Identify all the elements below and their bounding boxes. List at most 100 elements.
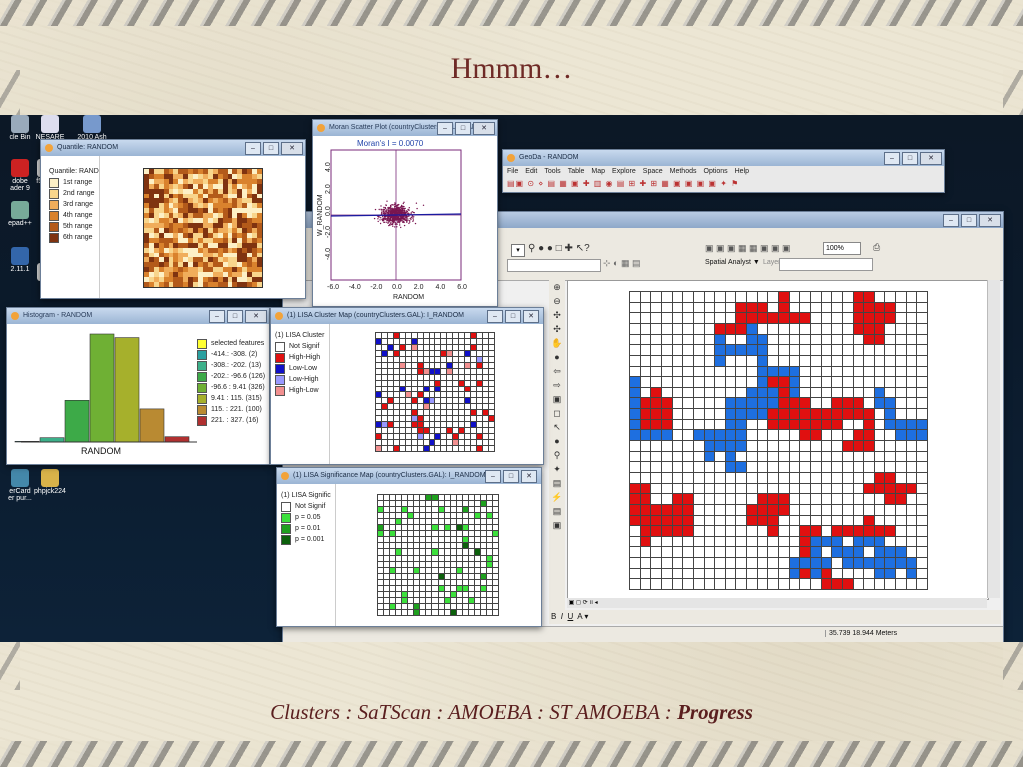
lisa-significance-cell <box>456 507 462 513</box>
scatter-point <box>388 207 390 210</box>
draw-toolbar[interactable]: B I U A ▾ <box>549 610 1001 624</box>
maximize-button[interactable]: □ <box>227 310 243 323</box>
menu-file[interactable]: File <box>507 166 518 177</box>
amoeba-cell <box>640 302 651 313</box>
amoeba-cell <box>906 366 917 377</box>
lisa-cluster-cell <box>405 344 411 350</box>
editor-icons[interactable]: ⊹ ◐ ▦ ▤ <box>603 258 641 269</box>
amoeba-cell <box>672 398 683 409</box>
lisa-significance-cell <box>420 513 426 519</box>
close-button[interactable]: ✕ <box>521 470 537 483</box>
lisa-cluster-cell <box>447 386 453 392</box>
amoeba-cell <box>810 568 821 579</box>
amoeba-cell <box>661 430 672 440</box>
desktop-icon[interactable]: phpjck224 <box>30 469 70 495</box>
lisa-significance-cell <box>486 555 492 561</box>
lisa-significance-legend-title: (1) LISA Signific <box>281 492 331 499</box>
lisa-cluster-cell <box>429 446 435 451</box>
amoeba-cell <box>630 345 640 355</box>
amoeba-cell <box>683 377 693 387</box>
lisa-cluster-cell <box>477 380 483 386</box>
lisa-significance-cell <box>444 591 450 597</box>
amoeba-cell <box>853 377 864 387</box>
amoeba-cell <box>906 558 917 568</box>
minimize-button[interactable]: – <box>485 470 501 483</box>
maximize-button[interactable]: □ <box>503 470 519 483</box>
amoeba-cell <box>810 430 821 440</box>
layer-combobox[interactable] <box>779 258 873 271</box>
legend-swatch <box>49 188 59 199</box>
minimize-button[interactable]: – <box>245 142 261 155</box>
lisa-significance-cell <box>492 579 498 585</box>
scale-dropdown-arrow[interactable]: ▾ <box>511 244 525 257</box>
scatter-point <box>393 212 395 214</box>
amoeba-cell <box>896 377 906 387</box>
map-vertical-scrollbar[interactable] <box>987 280 1000 598</box>
lisa-significance-cell <box>396 597 402 603</box>
close-button[interactable]: ✕ <box>473 122 495 135</box>
amoeba-cell <box>725 302 736 313</box>
minimize-button[interactable]: – <box>943 214 959 227</box>
lisa-significance-cell <box>468 513 474 519</box>
zoom-combobox[interactable]: 100% <box>823 242 861 255</box>
target-combobox[interactable] <box>507 259 601 272</box>
scatter-point <box>380 205 382 207</box>
close-button[interactable]: ✕ <box>245 310 267 323</box>
amoeba-cell <box>842 462 853 472</box>
maximize-button[interactable]: □ <box>455 122 471 135</box>
geoda-toolbar[interactable]: ▤▣ ⊙ ⋄ ▤ ▦ ▣ ✚ ▥ ◉ ▤ ⊞ ✚ ⊞ ▦ ▣ ▣ ▣ ▣ ✦ ⚑ <box>503 177 944 191</box>
amoeba-cell <box>842 568 853 579</box>
tools-toolbar[interactable]: ⊕ ⊖ ✣ ✣ ✋ ● ⇦ ⇨ ▣ ◻ ↖ ● ⚲ ✦ ▤ ⚡ ▤ ▣ <box>549 280 565 610</box>
minimize-button[interactable]: – <box>437 122 453 135</box>
desktop-icon[interactable]: 2010 Ash <box>72 115 112 141</box>
map-horizontal-scrollbar[interactable]: ▣ ◻ ⟳ ॥ ◂ <box>567 598 987 608</box>
maximize-button[interactable]: □ <box>961 214 977 227</box>
menu-space[interactable]: Space <box>643 166 663 177</box>
lisa-cluster-cell <box>483 333 489 338</box>
minimize-button[interactable]: – <box>487 310 503 323</box>
maximize-button[interactable]: □ <box>263 142 279 155</box>
close-button[interactable]: ✕ <box>979 214 1001 227</box>
minimize-button[interactable]: – <box>209 310 225 323</box>
close-button[interactable]: ✕ <box>281 142 303 155</box>
arcmap-map-view[interactable] <box>567 280 989 600</box>
scatter-point <box>396 226 398 228</box>
close-button[interactable]: ✕ <box>920 152 942 165</box>
italic-button[interactable]: I <box>561 612 563 621</box>
menu-options[interactable]: Options <box>704 166 728 177</box>
print-icon[interactable]: ⎙ <box>873 242 880 253</box>
menu-help[interactable]: Help <box>735 166 749 177</box>
lisa-significance-cell <box>414 585 420 591</box>
bold-button[interactable]: B <box>551 612 556 621</box>
legend-swatch <box>49 199 59 210</box>
lisa-significance-cell <box>426 555 432 561</box>
menu-edit[interactable]: Edit <box>525 166 537 177</box>
menu-table[interactable]: Table <box>568 166 585 177</box>
close-button[interactable]: ✕ <box>523 310 539 323</box>
menu-explore[interactable]: Explore <box>612 166 636 177</box>
amoeba-cell <box>651 483 661 494</box>
amoeba-cell <box>832 558 842 568</box>
amoeba-cell <box>704 377 715 387</box>
underline-button[interactable]: U <box>567 612 573 621</box>
font-color-button[interactable]: A ▾ <box>577 612 588 621</box>
menu-map[interactable]: Map <box>591 166 605 177</box>
lisa-significance-cell <box>480 585 486 591</box>
scatter-point <box>390 219 393 221</box>
amoeba-cell <box>640 430 651 440</box>
amoeba-cell <box>693 504 704 515</box>
toolbar-icons-left[interactable]: ⚲ ● ● □ ✚ ↖? <box>528 243 590 254</box>
amoeba-cell <box>800 579 810 589</box>
layout-toolbar-icons[interactable]: ▣ ▣ ▣ ▦ ▦ ▣ ▣ ▣ <box>705 243 791 254</box>
spatial-analyst-menu[interactable]: Spatial Analyst ▼ <box>705 259 760 266</box>
menu-tools[interactable]: Tools <box>544 166 560 177</box>
maximize-button[interactable]: □ <box>902 152 918 165</box>
lisa-cluster-cell <box>435 380 441 386</box>
maximize-button[interactable]: □ <box>505 310 521 323</box>
minimize-button[interactable]: – <box>884 152 900 165</box>
lisa-significance-cell <box>426 525 432 531</box>
menu-methods[interactable]: Methods <box>670 166 697 177</box>
lisa-significance-cell <box>468 567 474 573</box>
quantile-window: Quantile: RANDOM – □ ✕ Quantile: RAND 1s… <box>40 139 306 299</box>
lisa-cluster-cell <box>459 434 465 440</box>
